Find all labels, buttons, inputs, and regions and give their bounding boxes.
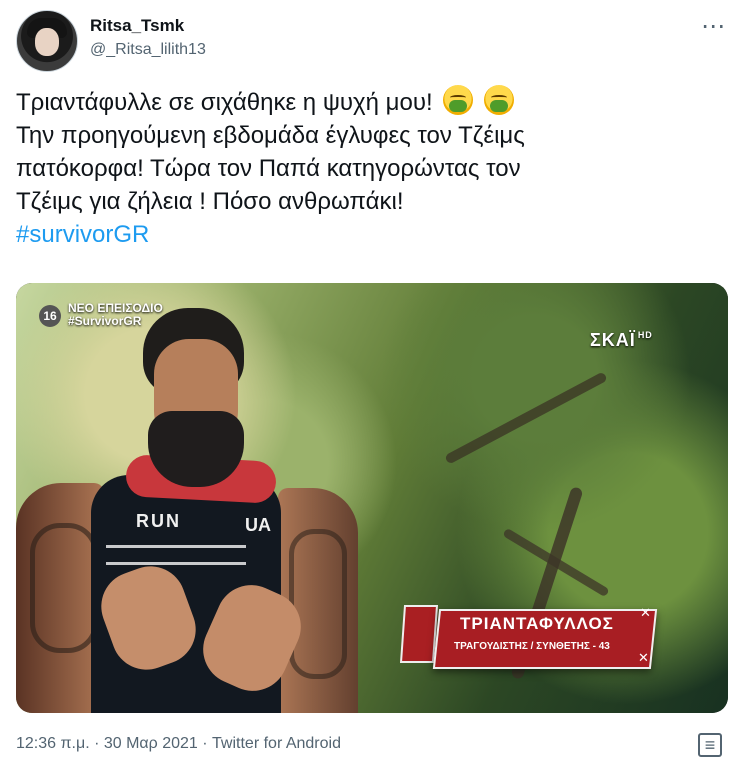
contestant-name-plate: ΤΡΙΑΝΤΑΦΥΛΛΟΣ ΤΡΑΓΟΥΔΙΣΤΗΣ / ΣΥΝΘΕΤΗΣ - … — [399, 603, 660, 673]
tweet-text: Τριαντάφυλλε σε σιχάθηκε η ψυχή μου! Την… — [16, 85, 728, 251]
sick-face-icon — [483, 85, 514, 115]
tweet-header: Ritsa_Tsmk @_Ritsa_lilith13 ⋯ — [16, 10, 728, 74]
left-arm-tattoo — [30, 523, 98, 653]
tweet-text-line-2: Την προηγούμενη εβδομάδα έγλυφες τον Τζέ… — [16, 122, 525, 149]
tweet-text-line-1-content: Τριαντάφυλλε σε σιχάθηκε η ψυχή μου! — [16, 89, 433, 116]
contestant-name: ΤΡΙΑΝΤΑΦΥΛΛΟΣ — [460, 614, 614, 633]
tweet-timestamp[interactable]: 12:36 π.μ. · 30 Μαρ 2021 · Twitter for A… — [16, 735, 341, 753]
tweet-text-line-3: πατόκορφα! Τώρα τον Παπά κατηγορώντας το… — [16, 155, 521, 182]
shirt-stripes — [106, 545, 246, 565]
analytics-icon[interactable]: ≡ — [698, 733, 722, 757]
shirt-logo: UA — [245, 515, 271, 535]
close-icon: ✕ — [638, 650, 649, 665]
more-icon[interactable]: ⋯ — [698, 12, 728, 42]
shirt-text: RUN — [136, 511, 181, 531]
close-icon: ✕ — [640, 605, 651, 620]
user-handle[interactable]: @_Ritsa_lilith13 — [90, 41, 206, 59]
hashtag-link[interactable]: #survivorGR — [16, 218, 728, 251]
tweet-text-line-1: Τριαντάφυλλε σε σιχάθηκε η ψυχή μου! — [16, 85, 728, 119]
avatar[interactable] — [16, 10, 78, 72]
display-name[interactable]: Ritsa_Tsmk — [90, 16, 184, 36]
avatar-face — [35, 28, 59, 56]
name-plate-icon-block — [399, 605, 439, 663]
right-arm-tattoo — [289, 529, 347, 679]
sick-face-icon — [443, 85, 474, 115]
contestant-role: ΤΡΑΓΟΥΔΙΣΤΗΣ / ΣΥΝΘΕΤΗΣ - 43 — [454, 641, 610, 652]
tweet-text-line-4: Τζέιμς για ζήλεια ! Πόσο ανθρωπάκι! — [16, 188, 404, 215]
tweet-media-image[interactable]: 16 ΝΕΟ ΕΠΕΙΣΟΔΙΟ #SurvivorGR ΣΚΑΪ HD RUN … — [16, 283, 728, 713]
